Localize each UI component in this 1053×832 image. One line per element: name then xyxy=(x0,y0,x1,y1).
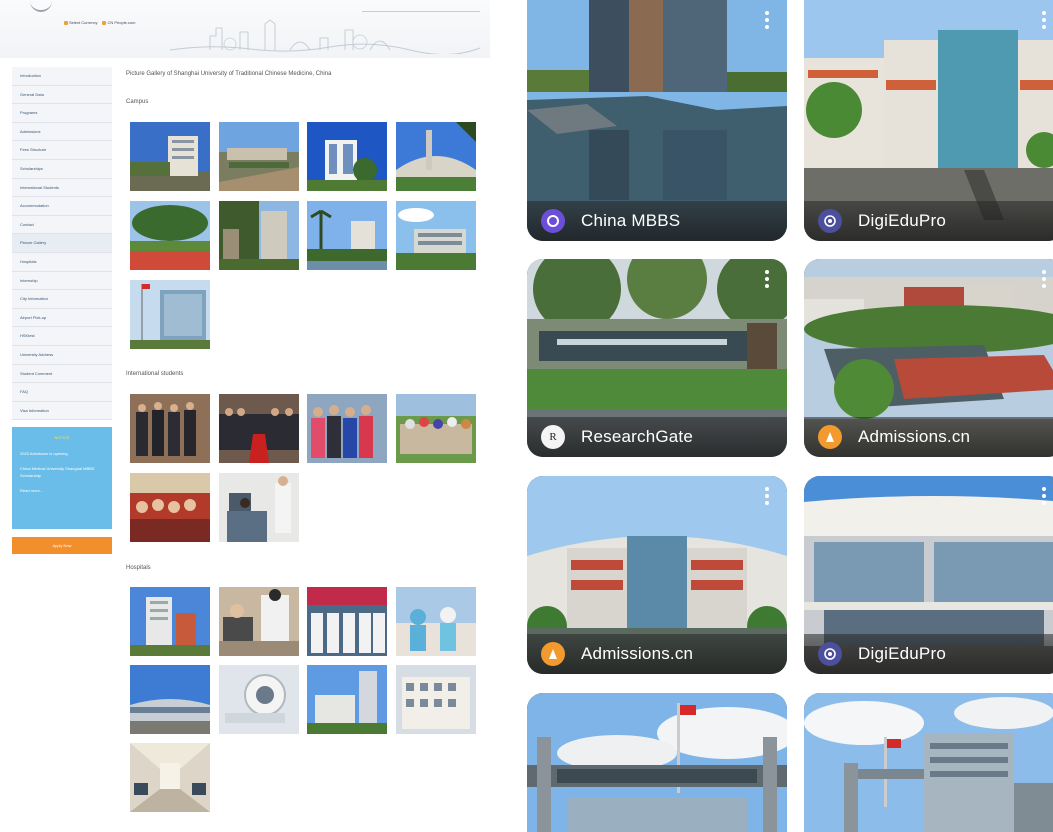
nav-item[interactable]: Airport Pick-up xyxy=(12,308,112,328)
card-caption-bar: DigiEduPro xyxy=(804,634,1053,674)
researchgate-icon: R xyxy=(541,425,565,449)
gallery-thumbnail[interactable] xyxy=(219,473,299,542)
admissions-cn-icon xyxy=(541,642,565,666)
image-card[interactable]: DigiEduPro xyxy=(804,0,1053,241)
source-label: Admissions.cn xyxy=(858,427,971,446)
gallery-thumbnail[interactable] xyxy=(307,122,387,191)
banner-link[interactable]: Select Currency xyxy=(64,20,97,25)
nav-item[interactable]: Accommodation xyxy=(12,197,112,216)
apply-now-button[interactable]: Apply Now xyxy=(12,537,112,554)
notice-box: NOTICE 2023 Admission is opening China M… xyxy=(12,427,112,529)
source-label: Admissions.cn xyxy=(581,644,694,663)
currency-icon xyxy=(64,20,68,25)
card-caption-bar: China MBBS xyxy=(527,201,787,241)
gallery-thumbnail[interactable] xyxy=(219,201,299,270)
more-options-icon[interactable] xyxy=(765,487,769,505)
gallery-thumbnail[interactable] xyxy=(307,665,387,734)
nav-item[interactable]: University Address xyxy=(12,345,112,365)
source-label: China MBBS xyxy=(581,211,681,230)
gallery-thumbnail[interactable] xyxy=(130,122,210,191)
gallery-thumbnail[interactable] xyxy=(130,587,210,656)
china-mbbs-icon xyxy=(541,209,565,233)
gallery-thumbnail[interactable] xyxy=(130,280,210,349)
page-title: Picture Gallery of Shanghai University o… xyxy=(126,71,332,77)
source-label: DigiEduPro xyxy=(858,211,946,230)
banner-search-line xyxy=(362,11,480,15)
banner-links: Select Currency CN People.com xyxy=(64,20,135,25)
nav-item[interactable]: General Data xyxy=(12,85,112,105)
section-title-hospitals: Hospitals xyxy=(126,565,151,571)
image-results-grid: China MBBS DigiEduPro R ResearchGate Adm… xyxy=(527,0,1053,832)
nav-item[interactable]: Hospitals xyxy=(12,252,112,272)
site-logo xyxy=(30,0,52,12)
people-icon xyxy=(102,20,107,25)
card-caption-bar: DigiEduPro xyxy=(804,201,1053,241)
more-options-icon[interactable] xyxy=(1042,11,1046,29)
nav-item[interactable]: City Information xyxy=(12,290,112,309)
gallery-thumbnail[interactable] xyxy=(219,394,299,463)
more-options-icon[interactable] xyxy=(765,11,769,29)
notice-link[interactable]: China Medical University Shanghai MBBS S… xyxy=(20,465,104,479)
gallery-webpage: Select Currency CN People.com Introducti… xyxy=(0,0,490,832)
image-card[interactable]: R ResearchGate xyxy=(527,259,787,457)
nav-item[interactable]: Introduction xyxy=(12,67,112,86)
nav-item[interactable]: Admissions xyxy=(12,122,112,142)
nav-item-picture-gallery[interactable]: Picture Gallery xyxy=(12,234,112,253)
gallery-thumbnail[interactable] xyxy=(396,665,476,734)
image-card[interactable] xyxy=(804,693,1053,832)
card-caption-bar: R ResearchGate xyxy=(527,417,787,457)
gallery-thumbnail[interactable] xyxy=(396,201,476,270)
gallery-thumbnail[interactable] xyxy=(130,201,210,270)
gallery-thumbnail[interactable] xyxy=(130,665,210,734)
source-label: ResearchGate xyxy=(581,427,694,446)
nav-item[interactable]: Visa Information xyxy=(12,401,112,421)
nav-item[interactable]: Programs xyxy=(12,104,112,123)
notice-title: NOTICE xyxy=(54,435,70,440)
gallery-thumbnail[interactable] xyxy=(396,122,476,191)
gallery-thumbnail[interactable] xyxy=(219,122,299,191)
site-banner: Select Currency CN People.com xyxy=(0,0,490,58)
image-card[interactable]: Admissions.cn xyxy=(527,476,787,674)
card-caption-bar: Admissions.cn xyxy=(527,634,787,674)
sidebar-nav: Introduction General Data Programs Admis… xyxy=(12,67,112,421)
city-skyline-illustration xyxy=(170,19,480,54)
image-card[interactable]: China MBBS xyxy=(527,0,787,241)
section-title-students: International students xyxy=(126,371,184,377)
gallery-thumbnail[interactable] xyxy=(130,473,210,542)
admissions-cn-icon xyxy=(818,425,842,449)
university-gate-photo xyxy=(527,693,787,832)
nav-item[interactable]: Scholarships xyxy=(12,159,112,179)
source-label: DigiEduPro xyxy=(858,644,946,663)
gallery-thumbnail[interactable] xyxy=(130,743,210,812)
nav-item[interactable]: Fees Structure xyxy=(12,141,112,160)
digiedupro-icon xyxy=(818,642,842,666)
notice-link[interactable]: 2023 Admission is opening xyxy=(20,450,104,457)
more-options-icon[interactable] xyxy=(1042,487,1046,505)
gallery-thumbnail[interactable] xyxy=(307,394,387,463)
image-card[interactable] xyxy=(527,693,787,832)
section-title-campus: Campus xyxy=(126,99,149,105)
nav-item[interactable]: Student Comment xyxy=(12,364,112,384)
nav-item[interactable]: International Students xyxy=(12,178,112,198)
gallery-thumbnail[interactable] xyxy=(219,587,299,656)
campus-gate-photo xyxy=(804,693,1053,832)
nav-item[interactable]: FAQ xyxy=(12,383,112,402)
gallery-thumbnail[interactable] xyxy=(307,587,387,656)
banner-link[interactable]: CN People.com xyxy=(102,20,135,25)
nav-item[interactable]: HSKtest xyxy=(12,327,112,346)
gallery-thumbnail[interactable] xyxy=(307,201,387,270)
gallery-thumbnail[interactable] xyxy=(219,665,299,734)
image-card[interactable]: Admissions.cn xyxy=(804,259,1053,457)
more-options-icon[interactable] xyxy=(1042,270,1046,288)
gallery-thumbnail[interactable] xyxy=(396,394,476,463)
nav-item[interactable]: Internship xyxy=(12,271,112,291)
image-card[interactable]: DigiEduPro xyxy=(804,476,1053,674)
nav-item[interactable]: Contact xyxy=(12,215,112,235)
card-caption-bar: Admissions.cn xyxy=(804,417,1053,457)
gallery-thumbnail[interactable] xyxy=(130,394,210,463)
more-options-icon[interactable] xyxy=(765,270,769,288)
gallery-thumbnail[interactable] xyxy=(396,587,476,656)
digiedupro-icon xyxy=(818,209,842,233)
notice-read-more[interactable]: Read more... xyxy=(20,487,104,494)
